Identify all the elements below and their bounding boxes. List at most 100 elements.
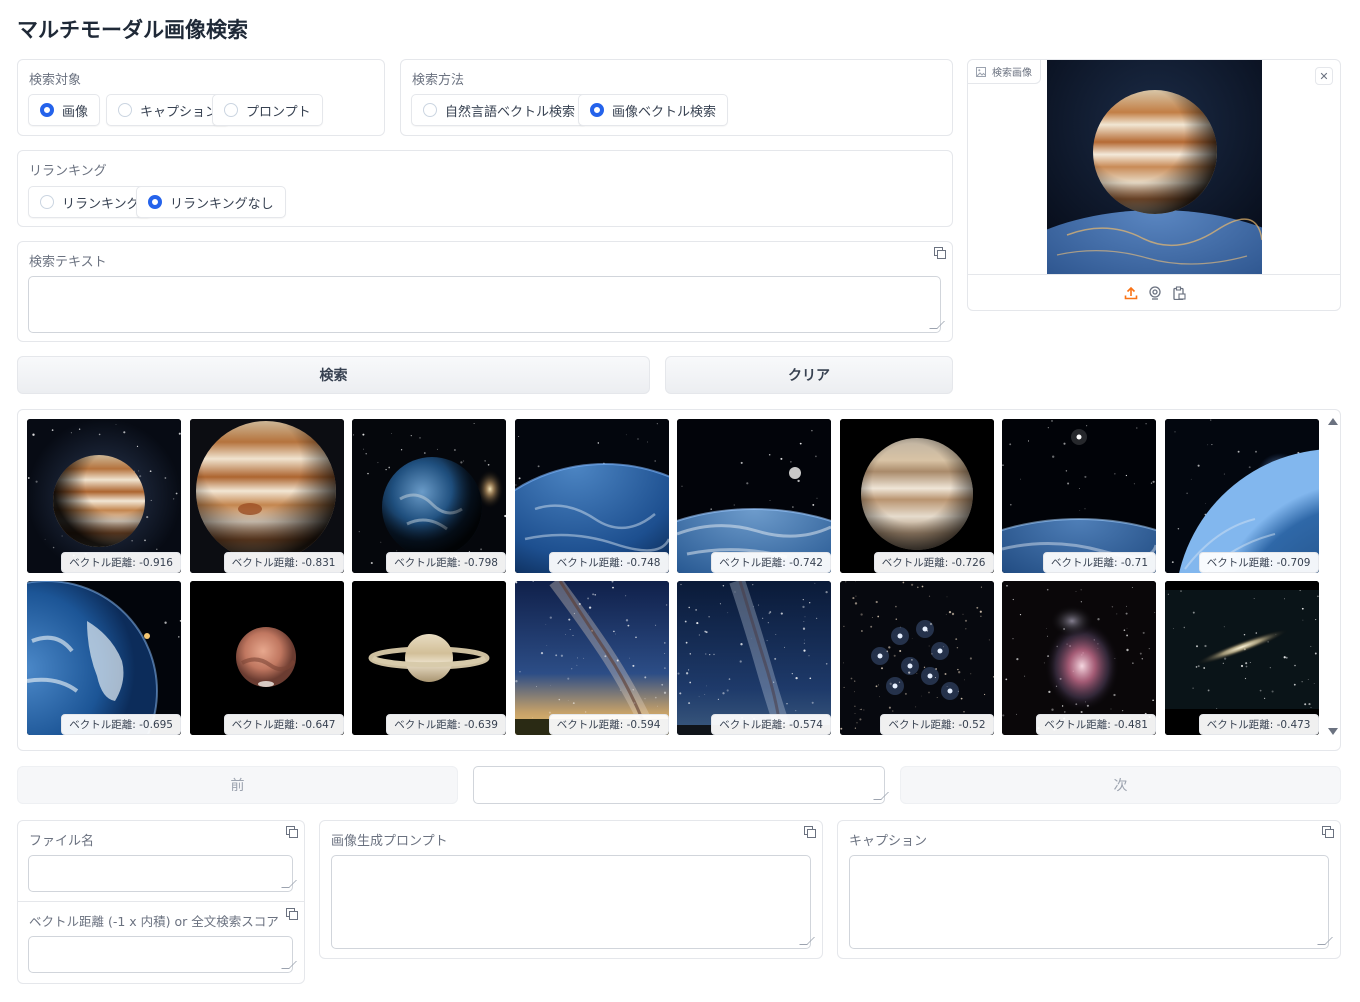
search-target-group: 検索対象 画像 キャプション プロンプト bbox=[17, 59, 385, 136]
result-distance-caption: ベクトル距離: -0.726 bbox=[873, 552, 994, 573]
radio-target-prompt[interactable]: プロンプト bbox=[212, 94, 323, 126]
page-number-input[interactable] bbox=[473, 766, 885, 804]
clear-button[interactable]: クリア bbox=[665, 356, 953, 394]
result-thumbnail[interactable]: ベクトル距離: -0.639 bbox=[352, 581, 506, 735]
radio-checked-icon bbox=[590, 103, 604, 117]
result-thumbnail[interactable]: ベクトル距離: -0.481 bbox=[1002, 581, 1156, 735]
scroll-up-arrow-icon[interactable] bbox=[1328, 418, 1338, 425]
radio-target-image[interactable]: 画像 bbox=[28, 94, 101, 126]
milky-way-field-thumbnail bbox=[514, 581, 669, 735]
prompt-label: 画像生成プロンプト bbox=[331, 834, 448, 849]
search-method-label: 検索方法 bbox=[412, 73, 465, 88]
earth-star-thumbnail bbox=[1002, 419, 1156, 573]
search-target-label: 検索対象 bbox=[29, 73, 82, 88]
prompt-field[interactable] bbox=[331, 855, 811, 949]
result-distance-caption: ベクトル距離: -0.473 bbox=[1198, 714, 1319, 735]
result-distance-caption: ベクトル距離: -0.798 bbox=[386, 552, 506, 573]
radio-checked-icon bbox=[148, 195, 162, 209]
pleiades-thumbnail bbox=[839, 581, 994, 735]
caption-field[interactable] bbox=[849, 855, 1329, 949]
prompt-group: 画像生成プロンプト bbox=[319, 820, 823, 959]
page-title: マルチモーダル画像検索 bbox=[17, 18, 248, 42]
jupiter-closeup-thumbnail bbox=[189, 419, 344, 573]
result-thumbnail[interactable]: ベクトル距離: -0.726 bbox=[839, 419, 994, 573]
result-distance-caption: ベクトル距離: -0.574 bbox=[711, 714, 831, 735]
result-thumbnail[interactable]: ベクトル距離: -0.695 bbox=[27, 581, 181, 735]
result-distance-caption: ベクトル距離: -0.916 bbox=[61, 552, 181, 573]
result-thumbnail[interactable]: ベクトル距離: -0.742 bbox=[677, 419, 831, 573]
search-method-group: 検索方法 自然言語ベクトル検索 画像ベクトル検索 bbox=[400, 59, 953, 136]
result-thumbnail[interactable]: ベクトル距離: -0.594 bbox=[514, 581, 669, 735]
radio-reranking-off[interactable]: リランキングなし bbox=[136, 186, 286, 218]
result-distance-caption: ベクトル距離: -0.742 bbox=[711, 552, 831, 573]
earth-sunrise-thumbnail bbox=[1164, 419, 1319, 573]
search-button[interactable]: 検索 bbox=[17, 356, 650, 394]
webcam-icon[interactable] bbox=[1148, 286, 1162, 300]
radio-reranking-on[interactable]: リランキング bbox=[28, 186, 152, 218]
reranking-label: リランキング bbox=[29, 164, 107, 179]
radio-method-text-vector[interactable]: 自然言語ベクトル検索 bbox=[411, 94, 588, 126]
search-text-input[interactable] bbox=[28, 276, 941, 333]
distance-field[interactable] bbox=[28, 936, 293, 973]
mars-thumbnail bbox=[189, 581, 344, 735]
search-image-preview[interactable] bbox=[1047, 60, 1262, 274]
result-thumbnail[interactable]: ベクトル距離: -0.647 bbox=[189, 581, 344, 735]
scroll-down-arrow-icon[interactable] bbox=[1328, 728, 1338, 735]
file-info-group: ファイル名 ベクトル距離 (-1 x 内積) or 全文検索スコア bbox=[17, 820, 305, 984]
filename-label: ファイル名 bbox=[29, 834, 95, 849]
filename-field[interactable] bbox=[28, 855, 293, 892]
result-thumbnail[interactable]: ベクトル距離: -0.748 bbox=[514, 419, 669, 573]
next-page-button[interactable]: 次 bbox=[900, 766, 1341, 804]
edge-on-galaxy-thumbnail bbox=[1164, 581, 1319, 735]
result-distance-caption: ベクトル距離: -0.831 bbox=[223, 552, 344, 573]
search-text-group: 検索テキスト bbox=[17, 241, 953, 342]
copy-icon[interactable] bbox=[286, 908, 298, 920]
result-thumbnail[interactable]: ベクトル距離: -0.916 bbox=[27, 419, 181, 573]
result-distance-caption: ベクトル距離: -0.647 bbox=[223, 714, 344, 735]
search-image-panel: 検索画像 ✕ bbox=[967, 59, 1341, 311]
radio-checked-icon bbox=[40, 103, 54, 117]
copy-icon[interactable] bbox=[804, 826, 816, 838]
jupiter-thumbnail bbox=[27, 419, 181, 573]
milky-way-thumbnail bbox=[677, 581, 831, 735]
radio-method-image-vector[interactable]: 画像ベクトル検索 bbox=[578, 94, 729, 126]
close-icon[interactable]: ✕ bbox=[1315, 67, 1333, 85]
reranking-group: リランキング リランキング リランキングなし bbox=[17, 150, 953, 227]
radio-unchecked-icon bbox=[40, 195, 54, 209]
result-distance-caption: ベクトル距離: -0.52 bbox=[880, 714, 994, 735]
copy-icon[interactable] bbox=[1322, 826, 1334, 838]
image-icon bbox=[976, 66, 986, 77]
result-thumbnail[interactable]: ベクトル距離: -0.574 bbox=[677, 581, 831, 735]
search-image-tag: 検索画像 bbox=[968, 60, 1041, 84]
earth-moon-thumbnail bbox=[677, 419, 831, 573]
caption-label: キャプション bbox=[849, 834, 928, 849]
result-distance-caption: ベクトル距離: -0.481 bbox=[1036, 714, 1156, 735]
earth-globe-thumbnail bbox=[27, 581, 181, 735]
result-thumbnail[interactable]: ベクトル距離: -0.52 bbox=[839, 581, 994, 735]
search-text-label: 検索テキスト bbox=[29, 255, 107, 270]
result-distance-caption: ベクトル距離: -0.639 bbox=[386, 714, 506, 735]
orion-nebula-thumbnail bbox=[1002, 581, 1156, 735]
result-distance-caption: ベクトル距離: -0.748 bbox=[548, 552, 669, 573]
earth-horizon-thumbnail bbox=[514, 419, 669, 573]
radio-unchecked-icon bbox=[224, 103, 238, 117]
result-distance-caption: ベクトル距離: -0.594 bbox=[548, 714, 669, 735]
upload-icon[interactable] bbox=[1124, 286, 1138, 300]
saturn-thumbnail bbox=[352, 581, 506, 735]
caption-group: キャプション bbox=[837, 820, 1341, 959]
result-distance-caption: ベクトル距離: -0.709 bbox=[1198, 552, 1319, 573]
result-thumbnail[interactable]: ベクトル距離: -0.71 bbox=[1002, 419, 1156, 573]
result-distance-caption: ベクトル距離: -0.695 bbox=[61, 714, 181, 735]
jupiter-black-thumbnail bbox=[839, 419, 994, 573]
earth-galaxy-thumbnail bbox=[352, 419, 506, 573]
clipboard-icon[interactable] bbox=[1172, 286, 1186, 301]
result-thumbnail[interactable]: ベクトル距離: -0.709 bbox=[1164, 419, 1319, 573]
radio-unchecked-icon bbox=[423, 103, 437, 117]
result-thumbnail[interactable]: ベクトル距離: -0.831 bbox=[189, 419, 344, 573]
result-thumbnail[interactable]: ベクトル距離: -0.473 bbox=[1164, 581, 1319, 735]
distance-label: ベクトル距離 (-1 x 内積) or 全文検索スコア bbox=[29, 914, 279, 929]
copy-icon[interactable] bbox=[934, 247, 946, 259]
result-thumbnail[interactable]: ベクトル距離: -0.798 bbox=[352, 419, 506, 573]
prev-page-button[interactable]: 前 bbox=[17, 766, 458, 804]
copy-icon[interactable] bbox=[286, 826, 298, 838]
